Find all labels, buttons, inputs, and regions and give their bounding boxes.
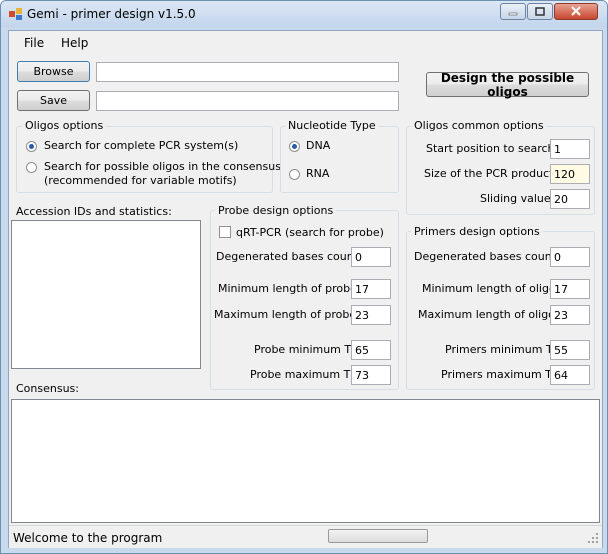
- app-icon: [9, 8, 22, 20]
- status-text: Welcome to the program: [13, 531, 163, 545]
- primers-design-title: Primers design options: [411, 225, 543, 238]
- minimize-button[interactable]: [500, 3, 526, 20]
- sliding-value-field[interactable]: 20: [550, 189, 590, 209]
- minimize-icon: [508, 12, 518, 16]
- pcr-size-label: Size of the PCR product: [424, 167, 554, 180]
- status-bar: Welcome to the program: [9, 525, 602, 548]
- probe-max-td-field[interactable]: 73: [351, 365, 391, 385]
- probe-min-length-label: Minimum length of probes: [218, 282, 363, 295]
- primers-degenerated-label: Degenerated bases count: [414, 250, 557, 263]
- qrt-pcr-label[interactable]: qRT-PCR (search for probe): [236, 226, 384, 239]
- primers-min-td-label: Primers minimum Td: [445, 343, 560, 356]
- primers-degenerated-field[interactable]: 0: [550, 247, 590, 267]
- resize-grip-icon[interactable]: [587, 532, 599, 544]
- primers-min-length-label: Minimum length of oligos: [422, 282, 562, 295]
- browse-button[interactable]: Browse: [17, 61, 90, 82]
- probe-min-td-label: Probe minimum Td: [254, 343, 359, 356]
- maximize-icon: [535, 7, 545, 16]
- menu-file[interactable]: File: [24, 36, 44, 50]
- sliding-value-label: Sliding value: [480, 192, 551, 205]
- title-bar[interactable]: Gemi - primer design v1.5.0: [1, 1, 607, 27]
- consensus-label-line1[interactable]: Search for possible oligos in the consen…: [44, 160, 281, 173]
- client-area: File Help Browse Save Design the possibl…: [8, 30, 603, 548]
- accession-title: Accession IDs and statistics:: [16, 205, 172, 218]
- consensus-label-line2: (recommended for variable motifs): [44, 174, 237, 187]
- save-button[interactable]: Save: [17, 90, 90, 111]
- primers-min-td-field[interactable]: 55: [550, 340, 590, 360]
- probe-max-length-field[interactable]: 23: [351, 305, 391, 325]
- browse-path-field[interactable]: [96, 62, 399, 82]
- common-options-title: Oligos common options: [411, 119, 547, 132]
- complete-pcr-radio[interactable]: [26, 141, 37, 152]
- accession-list[interactable]: [11, 220, 201, 369]
- progress-bar: [328, 529, 428, 543]
- consensus-textarea[interactable]: [11, 399, 600, 523]
- design-oligos-button[interactable]: Design the possible oligos: [426, 71, 589, 99]
- primers-max-td-label: Primers maximum Td: [441, 368, 559, 381]
- consensus-title: Consensus:: [16, 382, 79, 395]
- probe-min-length-field[interactable]: 17: [351, 279, 391, 299]
- primers-max-length-label: Maximum length of oligos: [418, 308, 561, 321]
- dna-label[interactable]: DNA: [306, 139, 330, 152]
- oligos-options-title: Oligos options: [22, 119, 107, 132]
- probe-max-td-label: Probe maximum Td: [250, 368, 358, 381]
- qrt-pcr-checkbox[interactable]: [219, 226, 231, 238]
- save-path-field[interactable]: [96, 91, 399, 111]
- menu-help[interactable]: Help: [61, 36, 88, 50]
- probe-max-length-label: Maximum length of probes: [214, 308, 362, 321]
- probe-design-title: Probe design options: [215, 204, 337, 217]
- primers-max-length-field[interactable]: 23: [550, 305, 590, 325]
- nucleotide-type-title: Nucleotide Type: [285, 119, 379, 132]
- maximize-button[interactable]: [527, 3, 553, 20]
- complete-pcr-label[interactable]: Search for complete PCR system(s): [44, 139, 238, 152]
- probe-min-td-field[interactable]: 65: [351, 340, 391, 360]
- probe-degenerated-label: Degenerated bases count: [216, 250, 359, 263]
- pcr-size-field[interactable]: 120: [550, 164, 590, 184]
- consensus-radio[interactable]: [26, 162, 37, 173]
- window-title: Gemi - primer design v1.5.0: [27, 7, 196, 21]
- application-window: Gemi - primer design v1.5.0 File Help Br…: [0, 0, 608, 554]
- close-icon: [571, 6, 581, 16]
- rna-label[interactable]: RNA: [306, 167, 329, 180]
- probe-degenerated-field[interactable]: 0: [351, 247, 391, 267]
- start-position-field[interactable]: 1: [550, 139, 590, 159]
- close-button[interactable]: [554, 3, 598, 20]
- dna-radio[interactable]: [289, 141, 300, 152]
- nucleotide-type-group: [280, 126, 399, 193]
- start-position-label: Start position to search: [426, 142, 555, 155]
- primers-min-length-field[interactable]: 17: [550, 279, 590, 299]
- primers-max-td-field[interactable]: 64: [550, 365, 590, 385]
- rna-radio[interactable]: [289, 169, 300, 180]
